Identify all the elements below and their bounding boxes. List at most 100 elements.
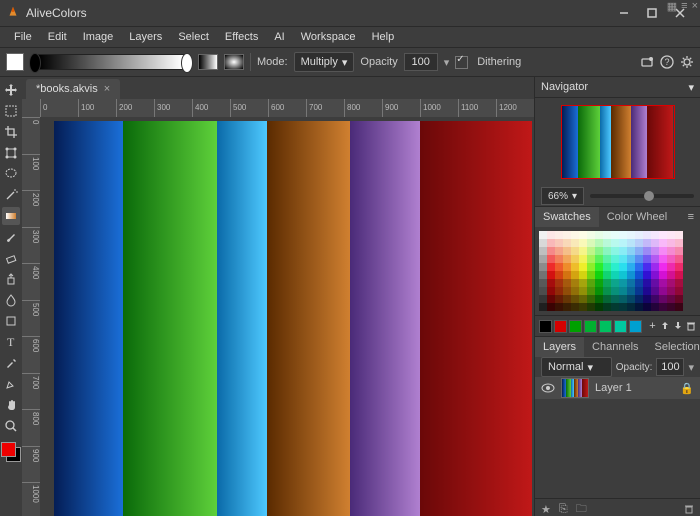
canvas[interactable] [40,117,534,516]
current-color-swatch[interactable] [6,53,24,71]
tab-layers[interactable]: Layers [535,337,584,357]
maximize-button[interactable] [638,0,666,26]
canvas-more-icon[interactable]: ≡ [681,0,687,13]
chevron-down-icon: ▾ [572,191,577,202]
selection-tool-icon[interactable] [2,102,20,120]
tool-sidebar: T [0,77,22,516]
menu-file[interactable]: File [6,29,40,45]
menu-layers[interactable]: Layers [121,29,170,45]
color-picker[interactable] [1,442,21,462]
tab-swatches[interactable]: Swatches [535,207,599,227]
gradient-tool-icon[interactable] [2,207,20,225]
opacity-input[interactable]: 100 [404,53,438,71]
upload-swatch-icon[interactable] [660,319,670,333]
crop-tool-icon[interactable] [2,123,20,141]
document-tab[interactable]: *books.akvis × [26,79,120,99]
gradient-stop-right[interactable] [181,53,193,73]
canvas-menu-icon[interactable]: ▦ [667,0,677,13]
options-bar: Mode: Multiply▾ Opacity 100 ▾ Dithering … [0,48,700,77]
shape-tool-icon[interactable] [2,312,20,330]
brush-tool-icon[interactable] [2,228,20,246]
layer-name[interactable]: Layer 1 [595,382,632,394]
favorite-swatch[interactable] [569,320,582,333]
favorite-swatch[interactable] [614,320,627,333]
gradient-preview[interactable] [30,54,192,70]
panel-menu-icon[interactable]: ≡ [682,207,700,227]
delete-icon[interactable] [684,504,694,514]
help-icon[interactable]: ? [660,55,674,69]
favorite-swatch[interactable] [629,320,642,333]
lock-icon[interactable]: 🔒 [680,382,694,395]
zoom-slider-knob[interactable] [644,191,654,201]
svg-text:T: T [7,335,15,349]
eyedropper-tool-icon[interactable] [2,354,20,372]
menu-workspace[interactable]: Workspace [293,29,364,45]
pen-tool-icon[interactable] [2,375,20,393]
move-tool-icon[interactable] [2,81,20,99]
zoom-value: 66% [548,191,568,202]
download-swatch-icon[interactable] [673,319,683,333]
navigator-title: Navigator [541,81,588,93]
canvas-close-icon[interactable]: × [692,0,698,13]
blur-tool-icon[interactable] [2,291,20,309]
magic-wand-tool-icon[interactable] [2,186,20,204]
layer-row[interactable]: Layer 1 🔒 [535,377,700,399]
tab-selections[interactable]: Selections [647,337,700,357]
lasso-tool-icon[interactable] [2,165,20,183]
text-tool-icon[interactable]: T [2,333,20,351]
app-title: AliveColors [26,6,610,20]
chevron-down-icon[interactable]: ▾ [688,81,694,94]
zoom-row: 66% ▾ [535,186,700,206]
layer-opacity-input[interactable]: 100 [656,358,684,376]
foreground-color-swatch[interactable] [1,442,16,457]
blend-mode-select[interactable]: Normal▾ [541,357,612,377]
ruler-horizontal[interactable]: 0100200300400500600700800900100011001200 [40,99,534,117]
menu-bar: File Edit Image Layers Select Effects AI… [0,27,700,48]
tab-color-wheel[interactable]: Color Wheel [599,207,676,227]
clone-tool-icon[interactable] [2,270,20,288]
zoom-select[interactable]: 66% ▾ [541,187,584,205]
folder-icon[interactable]: 🗀 [576,500,587,516]
add-swatch-icon[interactable]: + [648,319,657,333]
tag-icon[interactable]: ⎘ [559,503,568,516]
canvas-controls: ▦ ≡ × [667,0,698,13]
notification-icon[interactable] [640,55,654,69]
visibility-eye-icon[interactable] [541,381,555,395]
favorite-swatch[interactable] [554,320,567,333]
close-tab-icon[interactable]: × [104,83,110,95]
menu-select[interactable]: Select [170,29,217,45]
navigator-preview[interactable] [535,98,700,186]
chevron-down-icon[interactable]: ▾ [444,56,450,69]
delete-swatch-icon[interactable] [686,319,696,333]
transform-tool-icon[interactable] [2,144,20,162]
layer-thumbnail [561,378,589,398]
minimize-button[interactable] [610,0,638,26]
menu-help[interactable]: Help [364,29,403,45]
menu-effects[interactable]: Effects [217,29,266,45]
mode-select[interactable]: Multiply▾ [294,52,355,72]
hand-tool-icon[interactable] [2,396,20,414]
eraser-tool-icon[interactable] [2,249,20,267]
gradient-type-radial-icon[interactable] [224,54,244,70]
menu-ai[interactable]: AI [266,29,292,45]
swatches-grid[interactable] [535,227,700,315]
tab-channels[interactable]: Channels [584,337,646,357]
favorites-row: + [535,315,700,336]
gradient-type-linear-icon[interactable] [198,54,218,70]
favorite-swatch[interactable] [584,320,597,333]
favorite-swatch[interactable] [539,320,552,333]
chevron-down-icon[interactable]: ▾ [688,361,694,374]
title-bar: AliveColors [0,0,700,27]
star-icon[interactable]: ★ [541,503,551,516]
gradient-stop-left[interactable] [29,53,41,73]
menu-edit[interactable]: Edit [40,29,75,45]
ruler-vertical[interactable]: 01002003004005006007008009001000 [22,117,40,516]
settings-gear-icon[interactable] [680,55,694,69]
mode-value: Multiply [301,56,338,68]
zoom-slider[interactable] [590,194,694,198]
dithering-checkbox[interactable] [455,56,468,69]
navigator-header: Navigator ▾ [535,77,700,98]
zoom-tool-icon[interactable] [2,417,20,435]
favorite-swatch[interactable] [599,320,612,333]
menu-image[interactable]: Image [75,29,122,45]
